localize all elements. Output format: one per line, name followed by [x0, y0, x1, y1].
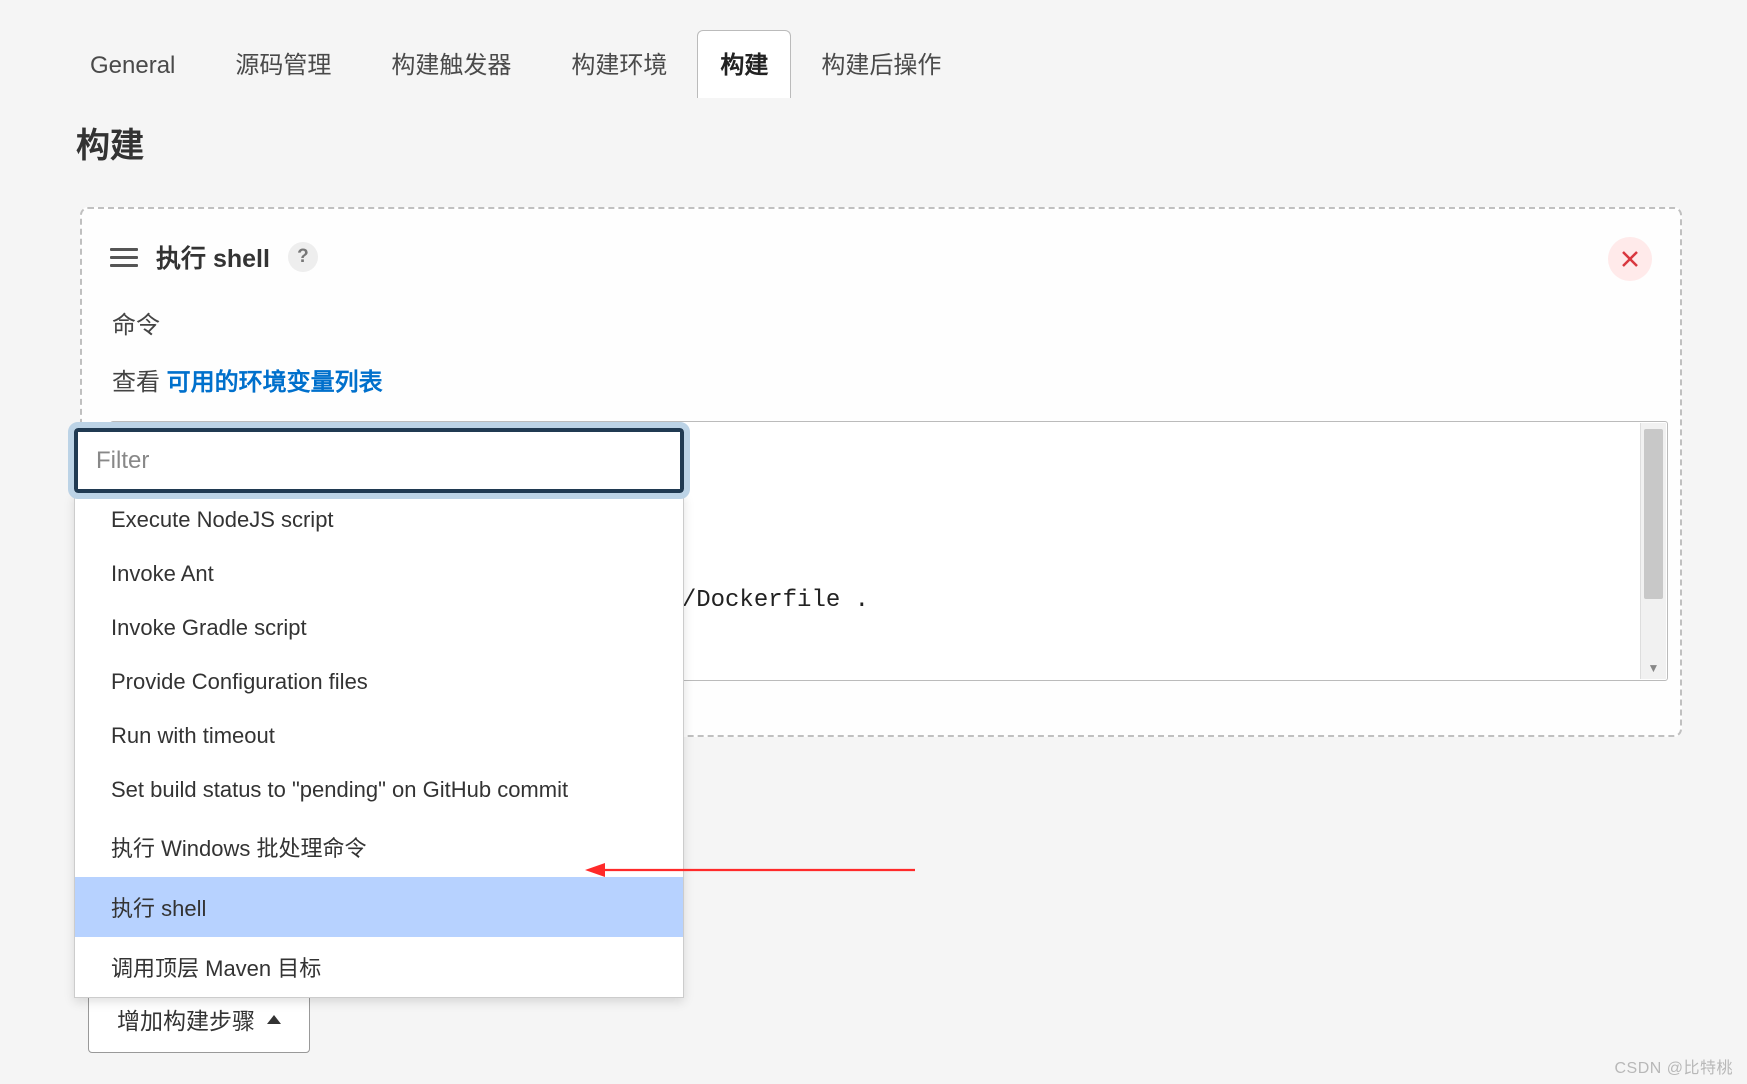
build-step-title: 执行 shell: [156, 239, 270, 275]
dropdown-option[interactable]: Provide Configuration files: [75, 655, 683, 709]
tab-general[interactable]: General: [60, 38, 205, 98]
delete-step-button[interactable]: [1608, 237, 1652, 281]
dropdown-option[interactable]: Set build status to "pending" on GitHub …: [75, 763, 683, 817]
add-step-dropdown: Execute NodeJS script Invoke Ant Invoke …: [74, 428, 684, 998]
dropdown-option[interactable]: 调用顶层 Maven 目标: [75, 937, 683, 997]
section-title: 构建: [76, 118, 1747, 167]
dropdown-option[interactable]: Execute NodeJS script: [75, 493, 683, 547]
watermark-text: CSDN @比特桃: [1614, 1054, 1733, 1078]
dropdown-option[interactable]: Invoke Gradle script: [75, 601, 683, 655]
dropdown-option-list: Execute NodeJS script Invoke Ant Invoke …: [74, 493, 684, 998]
tab-triggers[interactable]: 构建触发器: [361, 31, 541, 98]
dropdown-filter-input[interactable]: [74, 428, 684, 493]
dropdown-option[interactable]: Invoke Ant: [75, 547, 683, 601]
dropdown-option[interactable]: Run with timeout: [75, 709, 683, 763]
build-step-header: 执行 shell ?: [110, 239, 1668, 275]
scroll-thumb[interactable]: [1644, 429, 1663, 599]
dropdown-option-highlighted[interactable]: 执行 shell: [75, 877, 683, 937]
dropdown-option[interactable]: 执行 Windows 批处理命令: [75, 817, 683, 877]
tab-post-build[interactable]: 构建后操作: [791, 31, 971, 98]
config-tabs: General 源码管理 构建触发器 构建环境 构建 构建后操作: [0, 0, 1747, 98]
add-build-step-label: 增加构建步骤: [117, 1002, 255, 1036]
tab-environment[interactable]: 构建环境: [541, 31, 697, 98]
scroll-down-arrow-icon[interactable]: ▼: [1641, 657, 1666, 679]
tab-build[interactable]: 构建: [697, 30, 791, 98]
drag-handle-icon[interactable]: [110, 246, 138, 268]
close-icon: [1620, 249, 1640, 269]
env-vars-prefix: 查看: [112, 369, 160, 396]
tab-scm[interactable]: 源码管理: [205, 31, 361, 98]
caret-up-icon: [267, 1015, 281, 1024]
command-label: 命令: [112, 305, 1668, 340]
env-vars-line: 查看 可用的环境变量列表: [112, 362, 1668, 397]
help-icon[interactable]: ?: [288, 242, 318, 272]
scrollbar[interactable]: ▲ ▼: [1640, 423, 1666, 679]
env-vars-link[interactable]: 可用的环境变量列表: [167, 369, 383, 396]
